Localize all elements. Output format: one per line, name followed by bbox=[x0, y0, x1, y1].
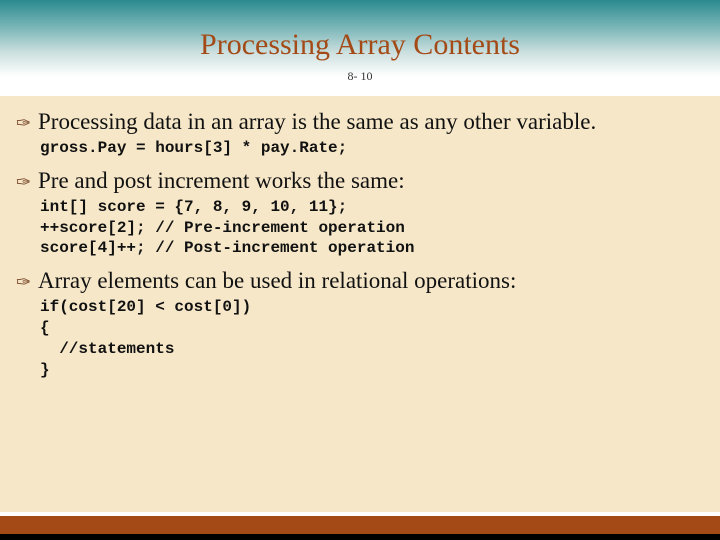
page-number: 8- 10 bbox=[0, 70, 720, 83]
code-block-2: int[] score = {7, 8, 9, 10, 11}; ++score… bbox=[16, 197, 704, 259]
slide-content: Processing data in an array is the same … bbox=[6, 104, 714, 506]
slide: Processing Array Contents 8- 10 Processi… bbox=[0, 0, 720, 540]
code-block-3: if(cost[20] < cost[0]) { //statements } bbox=[16, 297, 704, 380]
bullet-1: Processing data in an array is the same … bbox=[16, 108, 704, 136]
bottom-edge bbox=[0, 534, 720, 540]
header-band: Processing Array Contents 8- 10 bbox=[0, 0, 720, 96]
bullet-2: Pre and post increment works the same: bbox=[16, 167, 704, 195]
code-block-1: gross.Pay = hours[3] * pay.Rate; bbox=[16, 138, 704, 159]
bullet-3: Array elements can be used in relational… bbox=[16, 267, 704, 295]
slide-title: Processing Array Contents bbox=[0, 28, 720, 62]
